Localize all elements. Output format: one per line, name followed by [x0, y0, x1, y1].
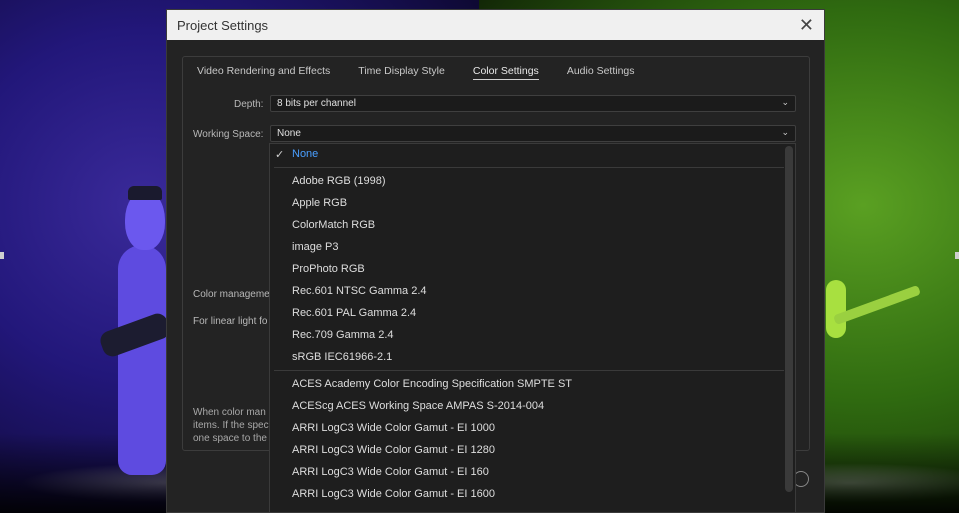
close-icon[interactable]: ✕: [799, 16, 814, 34]
dropdown-separator: [274, 167, 784, 168]
tab-video-rendering[interactable]: Video Rendering and Effects: [197, 65, 330, 80]
dropdown-option-none[interactable]: None: [292, 148, 318, 160]
dropdown-option[interactable]: ACES Academy Color Encoding Specificatio…: [292, 378, 572, 390]
dropdown-option[interactable]: ARRI LogC3 Wide Color Gamut - EI 1280: [292, 444, 495, 456]
linear-light-label: For linear light fo: [193, 316, 268, 327]
depth-label: Depth:: [234, 99, 264, 110]
dropdown-option[interactable]: ProPhoto RGB: [292, 263, 365, 275]
character-body-left: [118, 245, 166, 475]
dropdown-option[interactable]: ACEScg ACES Working Space AMPAS S-2014-0…: [292, 400, 544, 412]
dialog-titlebar: Project Settings ✕: [167, 10, 824, 40]
dropdown-scrollbar[interactable]: [785, 146, 793, 492]
working-space-label: Working Space:: [193, 129, 264, 140]
chevron-down-icon: ⌄: [781, 97, 789, 107]
character-hat-left: [128, 186, 162, 200]
color-management-label: Color manageme: [193, 289, 270, 300]
help-text-line-3: one space to the: [193, 433, 267, 444]
edge-marker-left: [0, 252, 4, 259]
working-space-dropdown-list: ✓ None Adobe RGB (1998) Apple RGB ColorM…: [269, 143, 796, 513]
tab-color-settings[interactable]: Color Settings: [472, 65, 539, 80]
dropdown-option[interactable]: ARRI LogC3 Wide Color Gamut - EI 1600: [292, 488, 495, 500]
checkmark-icon: ✓: [275, 149, 285, 161]
dropdown-option[interactable]: ARRI LogC3 Wide Color Gamut - EI 1000: [292, 422, 495, 434]
character-right: [826, 280, 846, 338]
working-space-select[interactable]: None ⌄: [270, 125, 796, 142]
depth-select[interactable]: 8 bits per channel ⌄: [270, 95, 796, 112]
dropdown-option[interactable]: Apple RGB: [292, 197, 347, 209]
dropdown-option[interactable]: image P3: [292, 241, 338, 253]
depth-value: 8 bits per channel: [277, 98, 356, 109]
dropdown-option[interactable]: Rec.709 Gamma 2.4: [292, 329, 394, 341]
dropdown-separator: [274, 370, 784, 371]
dropdown-option[interactable]: ColorMatch RGB: [292, 219, 375, 231]
chevron-down-icon: ⌄: [781, 127, 789, 137]
dropdown-option[interactable]: Rec.601 PAL Gamma 2.4: [292, 307, 416, 319]
dropdown-option[interactable]: ARRI LogC3 Wide Color Gamut - EI 160: [292, 466, 489, 478]
tab-time-display-style[interactable]: Time Display Style: [358, 65, 445, 80]
help-text-line-2: items. If the spec: [193, 420, 269, 431]
tab-bar: Video Rendering and Effects Time Display…: [183, 57, 809, 80]
tab-audio-settings[interactable]: Audio Settings: [567, 65, 635, 80]
dropdown-option[interactable]: sRGB IEC61966-2.1: [292, 351, 392, 363]
help-text-line-1: When color man: [193, 407, 266, 418]
edge-marker-right: [955, 252, 959, 259]
dropdown-option[interactable]: Rec.601 NTSC Gamma 2.4: [292, 285, 427, 297]
working-space-value: None: [277, 128, 301, 139]
dialog-title: Project Settings: [177, 17, 269, 33]
dropdown-option[interactable]: Adobe RGB (1998): [292, 175, 386, 187]
